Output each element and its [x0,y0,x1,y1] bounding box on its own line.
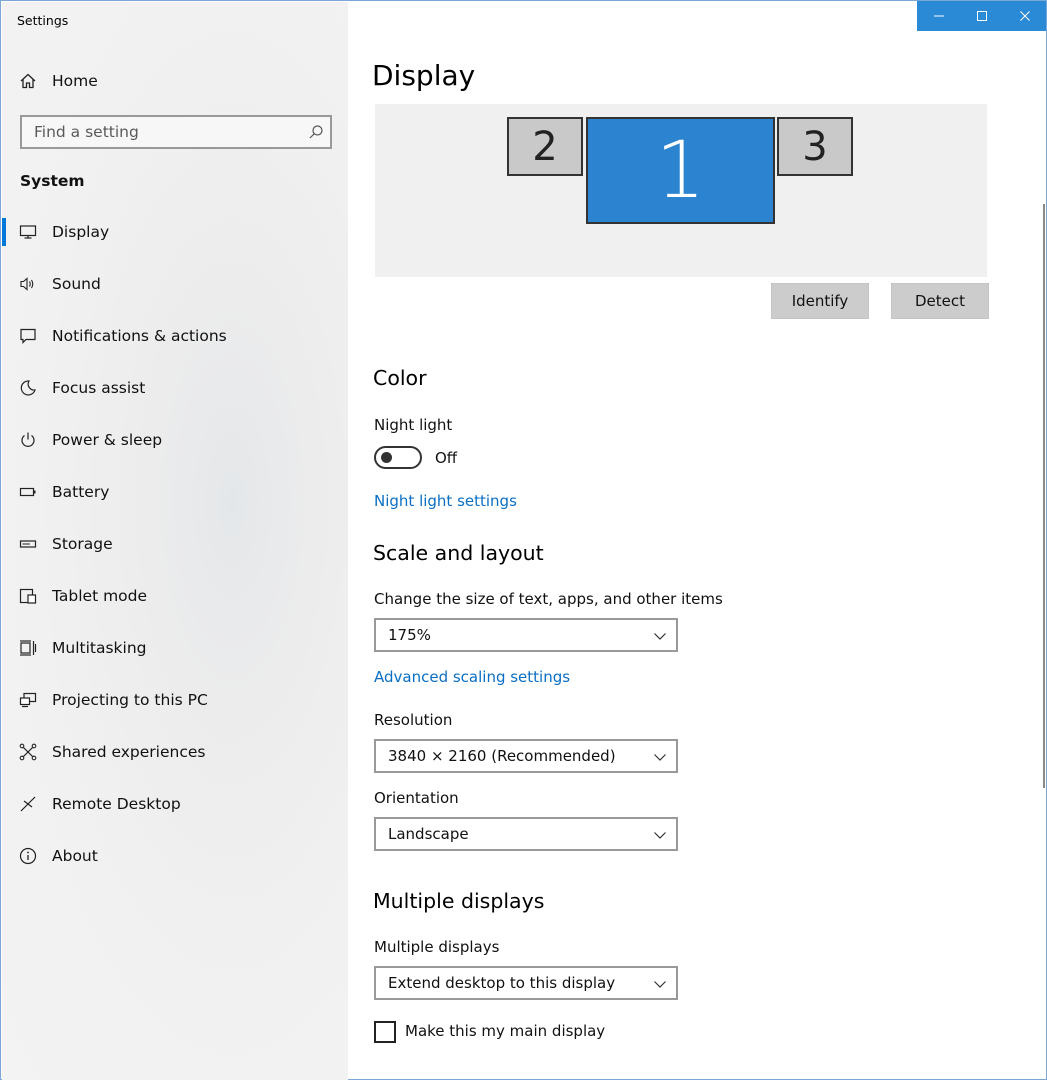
chevron-down-icon [654,633,666,640]
monitor-2[interactable]: 2 [507,117,583,176]
sidebar-item-projecting[interactable]: Projecting to this PC [2,678,348,722]
speaker-icon [19,275,37,293]
monitor-icon [19,223,37,241]
multiple-displays-dropdown[interactable]: Extend desktop to this display [374,966,678,1000]
multitasking-icon [19,639,37,657]
storage-icon [19,535,37,553]
sidebar-item-tablet-mode[interactable]: Tablet mode [2,574,348,618]
night-light-label: Night light [374,416,453,434]
resolution-label: Resolution [374,711,453,729]
multiple-displays-heading: Multiple displays [373,889,545,913]
search-field[interactable] [20,115,332,149]
sidebar-item-label: Remote Desktop [52,795,181,813]
sidebar-item-label: Projecting to this PC [52,691,208,709]
titlebar-controls [917,1,1046,31]
close-button[interactable] [1003,1,1046,31]
section-heading-system: System [20,172,85,190]
sidebar-item-display[interactable]: Display [2,210,348,254]
orientation-value: Landscape [388,825,469,843]
search-icon[interactable] [308,124,324,140]
sidebar-item-focus-assist[interactable]: Focus assist [2,366,348,410]
search-input[interactable] [22,117,302,147]
sidebar-item-shared-experiences[interactable]: Shared experiences [2,730,348,774]
scale-dropdown[interactable]: 175% [374,618,678,652]
sidebar-item-label: Notifications & actions [52,327,227,345]
display-arrangement-canvas: 2 1 3 [375,104,987,277]
resolution-value: 3840 × 2160 (Recommended) [388,747,616,765]
sidebar-item-battery[interactable]: Battery [2,470,348,514]
multiple-displays-value: Extend desktop to this display [388,974,616,992]
message-icon [19,327,37,345]
sidebar-item-label: Multitasking [52,639,147,657]
sidebar-item-label: Home [52,72,98,90]
chevron-down-icon [654,754,666,761]
chevron-down-icon [654,981,666,988]
moon-icon [19,379,37,397]
sidebar-item-notifications[interactable]: Notifications & actions [2,314,348,358]
night-light-toggle[interactable] [374,446,422,469]
sidebar-item-sound[interactable]: Sound [2,262,348,306]
monitor-number: 3 [802,123,828,170]
minimize-icon [933,15,944,17]
scrollbar[interactable] [1043,204,1045,788]
monitor-1[interactable]: 1 [586,117,775,224]
sidebar-item-multitasking[interactable]: Multitasking [2,626,348,670]
monitor-3[interactable]: 3 [777,117,853,176]
sidebar: Settings Home System Display Sou [2,2,348,1080]
toggle-knob [381,452,392,463]
identify-button[interactable]: Identify [771,283,869,319]
scale-value: 175% [388,626,431,644]
scale-layout-heading: Scale and layout [373,541,544,565]
app-title: Settings [17,13,69,28]
sidebar-item-label: Battery [52,483,110,501]
shared-icon [19,743,37,761]
sidebar-item-remote-desktop[interactable]: Remote Desktop [2,782,348,826]
sidebar-item-label: Display [52,223,110,241]
sidebar-item-storage[interactable]: Storage [2,522,348,566]
night-light-settings-link[interactable]: Night light settings [374,492,517,510]
minimize-button[interactable] [917,1,960,31]
multiple-displays-label: Multiple displays [374,938,500,956]
sidebar-item-power-sleep[interactable]: Power & sleep [2,418,348,462]
close-icon [1019,11,1030,21]
night-light-state: Off [435,449,458,467]
battery-icon [19,483,37,501]
main-display-checkbox[interactable] [374,1021,396,1043]
maximize-button[interactable] [960,1,1003,31]
orientation-label: Orientation [374,789,459,807]
settings-window: Settings Home System Display Sou [0,0,1047,1080]
power-icon [19,431,37,449]
tablet-icon [19,587,37,605]
color-heading: Color [373,366,427,390]
detect-button[interactable]: Detect [891,283,989,319]
sidebar-item-label: Focus assist [52,379,146,397]
orientation-dropdown[interactable]: Landscape [374,817,678,851]
selection-indicator [2,218,6,246]
page-title: Display [372,59,476,92]
sidebar-item-label: Tablet mode [52,587,148,605]
sidebar-item-label: Storage [52,535,113,553]
resolution-dropdown[interactable]: 3840 × 2160 (Recommended) [374,739,678,773]
sidebar-item-about[interactable]: About [2,834,348,878]
sidebar-item-label: Power & sleep [52,431,163,449]
remote-desktop-icon [19,795,37,813]
maximize-icon [976,11,987,21]
chevron-down-icon [654,832,666,839]
scale-size-label: Change the size of text, apps, and other… [374,590,723,608]
sidebar-item-home[interactable]: Home [2,59,348,103]
monitor-number: 1 [655,125,706,216]
info-icon [19,847,37,865]
advanced-scaling-link[interactable]: Advanced scaling settings [374,668,570,686]
home-icon [19,72,37,90]
sidebar-item-label: Sound [52,275,101,293]
sidebar-item-label: About [52,847,98,865]
main-display-label[interactable]: Make this my main display [405,1022,605,1040]
sidebar-item-label: Shared experiences [52,743,206,761]
monitor-number: 2 [532,123,558,170]
projecting-icon [19,691,37,709]
